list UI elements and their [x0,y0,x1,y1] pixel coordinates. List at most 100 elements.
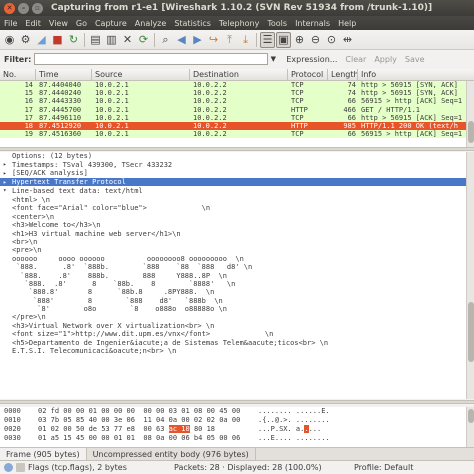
packet-row[interactable]: 15 87.4440240 10.0.2.1 10.0.2.2 TCP 74 h… [0,89,466,98]
column-header-length[interactable]: Length [328,69,358,80]
packet-row[interactable]: 19 87.4516360 10.0.2.1 10.0.2.2 TCP 66 5… [0,130,466,139]
packet-details-tree[interactable]: Options: (12 bytes) ▸ Timestamps: TSval … [0,152,466,196]
find-packet-icon[interactable]: ⌕ [158,32,173,48]
packet-time: 87.4512920 [39,122,82,131]
packet-protocol: HTTP [291,122,308,131]
expression-button[interactable]: Expression... [282,55,341,64]
zoom-out-icon[interactable]: ⊖ [308,32,323,48]
detail-row[interactable]: ▸ [SEQ/ACK analysis] [0,169,466,178]
auto-scroll-icon[interactable]: ▣ [276,31,291,48]
scrollbar-thumb[interactable] [468,302,474,362]
detail-row-selected[interactable]: ▸ Hypertext Transfer Protocol [0,177,466,187]
close-window-button[interactable]: ✕ [4,2,15,14]
packet-row[interactable]: 17 87.4496110 10.0.2.1 10.0.2.2 TCP 66 h… [0,113,466,122]
packet-list[interactable]: 14 87.4404040 10.0.2.1 10.0.2.2 TCP 74 h… [0,81,466,147]
restart-capture-icon[interactable]: ↻ [66,32,81,48]
interfaces-icon[interactable]: ◉ [2,32,17,48]
menu-telephony[interactable]: Telephony [215,19,263,28]
detail-text: Line-based text data: text/html [12,186,143,195]
first-packet-icon[interactable]: ⤒ [222,32,237,48]
text-data-pane[interactable]: <html> \n <font face="Arial" color="blue… [0,196,466,399]
menu-tools[interactable]: Tools [263,19,291,28]
reload-icon[interactable]: ⟳ [136,32,151,48]
detail-row[interactable]: ▸ Timestamps: TSval 439300, TSecr 433232 [0,161,466,170]
go-back-icon[interactable]: ◀ [174,32,189,48]
column-header-no[interactable]: No. [0,69,36,80]
detail-row[interactable]: Options: (12 bytes) [0,152,466,161]
packet-row[interactable] [0,138,466,147]
start-capture-icon[interactable]: ◢ [34,32,49,48]
scrollbar-thumb[interactable] [468,121,474,143]
go-forward-icon[interactable]: ▶ [190,32,205,48]
packet-row-selected[interactable]: 18 87.4512920 10.0.2.1 10.0.2.2 HTTP 985… [0,121,466,131]
menu-view[interactable]: View [45,19,72,28]
packet-row[interactable]: 17 87.4445700 10.0.2.1 10.0.2.2 HTTP 466… [0,105,466,114]
pane-splitter[interactable] [0,147,474,151]
menu-go[interactable]: Go [72,19,91,28]
packet-source: 10.0.2.1 [95,122,129,131]
apply-button[interactable]: Apply [370,55,401,64]
hex-line[interactable]: 0010 03 7b 05 85 40 00 3e 06 11 04 0a 00… [0,416,466,425]
packet-row[interactable]: 14 87.4404040 10.0.2.1 10.0.2.2 TCP 74 h… [0,81,466,90]
zoom-in-icon[interactable]: ⊕ [292,32,307,48]
colorize-icon[interactable]: ☰ [260,31,275,48]
hex-line[interactable]: 0020 01 02 00 50 de 53 77 e8 00 63 ac 10… [0,425,466,434]
column-header-destination[interactable]: Destination [190,69,288,80]
column-header-time[interactable]: Time [36,69,92,80]
expand-arrow-icon[interactable]: ▸ [3,161,12,168]
hex-bytes-text: 03 7b 05 85 40 00 3e 06 11 04 0a 00 02 0… [38,416,241,424]
filter-input[interactable] [34,53,269,65]
chevron-down-icon[interactable]: ▼ [268,53,278,65]
packet-info: 56915 > http [ACK] Seq=1 [361,97,463,106]
expert-info-icon[interactable] [4,463,13,472]
options-icon[interactable]: ⚙ [18,32,33,48]
menu-edit[interactable]: Edit [21,19,45,28]
expand-arrow-icon[interactable]: ▸ [3,170,12,177]
detail-row[interactable]: ▾ Line-based text data: text/html [0,186,466,195]
last-packet-icon[interactable]: ⤓ [238,32,253,48]
hex-scrollbar[interactable] [466,407,474,447]
go-to-packet-icon[interactable]: ↪ [206,32,221,48]
close-file-icon[interactable]: ✕ [120,32,135,48]
clear-button[interactable]: Clear [341,55,370,64]
column-header-info[interactable]: Info [358,69,474,80]
packet-no: 17 [24,113,33,122]
hex-bytes-text: 80 18 [189,425,216,433]
menu-file[interactable]: File [0,19,21,28]
tab-uncompressed-body[interactable]: Uncompressed entity body (976 bytes) [87,448,256,460]
expand-arrow-icon[interactable]: ▾ [3,187,12,194]
column-header-protocol[interactable]: Protocol [288,69,328,80]
expand-arrow-icon[interactable]: ▸ [3,179,12,186]
minimize-window-button[interactable]: – [18,2,29,14]
maximize-window-button[interactable]: ▫ [32,2,43,14]
pane-splitter[interactable] [0,400,474,404]
menu-help[interactable]: Help [334,19,360,28]
status-profile[interactable]: Profile: Default [350,463,474,472]
hex-dump-pane[interactable]: 0000 02 fd 00 00 01 00 00 00 00 00 03 01… [0,407,466,447]
scrollbar-thumb[interactable] [468,409,474,423]
hex-line[interactable]: 0000 02 fd 00 00 01 00 00 00 00 00 03 01… [0,407,466,416]
tab-frame[interactable]: Frame (905 bytes) [0,448,87,460]
menu-capture[interactable]: Capture [91,19,131,28]
open-file-icon[interactable]: ▤ [88,32,103,48]
menu-statistics[interactable]: Statistics [170,19,215,28]
packet-list-scrollbar[interactable] [466,81,474,147]
packet-row[interactable]: 16 87.4443330 10.0.2.1 10.0.2.2 TCP 66 5… [0,97,466,106]
menu-internals[interactable]: Internals [291,19,334,28]
resize-columns-icon[interactable]: ⇹ [340,32,355,48]
column-header-source[interactable]: Source [92,69,190,80]
capture-comment-icon[interactable] [16,463,25,472]
save-file-icon[interactable]: ▥ [104,32,119,48]
menu-analyze[interactable]: Analyze [131,19,171,28]
hex-line[interactable]: 0030 01 a5 15 45 00 00 01 01 08 0a 00 06… [0,434,466,443]
packet-source: 10.0.2.1 [95,97,129,106]
text-line: <br>\n [12,237,38,246]
normal-size-icon[interactable]: ⊙ [324,32,339,48]
packet-time: 87.4404040 [39,81,82,90]
packet-protocol: TCP [291,97,304,106]
save-button[interactable]: Save [401,55,429,64]
stop-capture-icon[interactable]: ■ [50,32,65,48]
details-scrollbar[interactable] [466,152,474,399]
text-line: <pre>\n [12,246,42,255]
packet-length: 985 [343,122,356,131]
